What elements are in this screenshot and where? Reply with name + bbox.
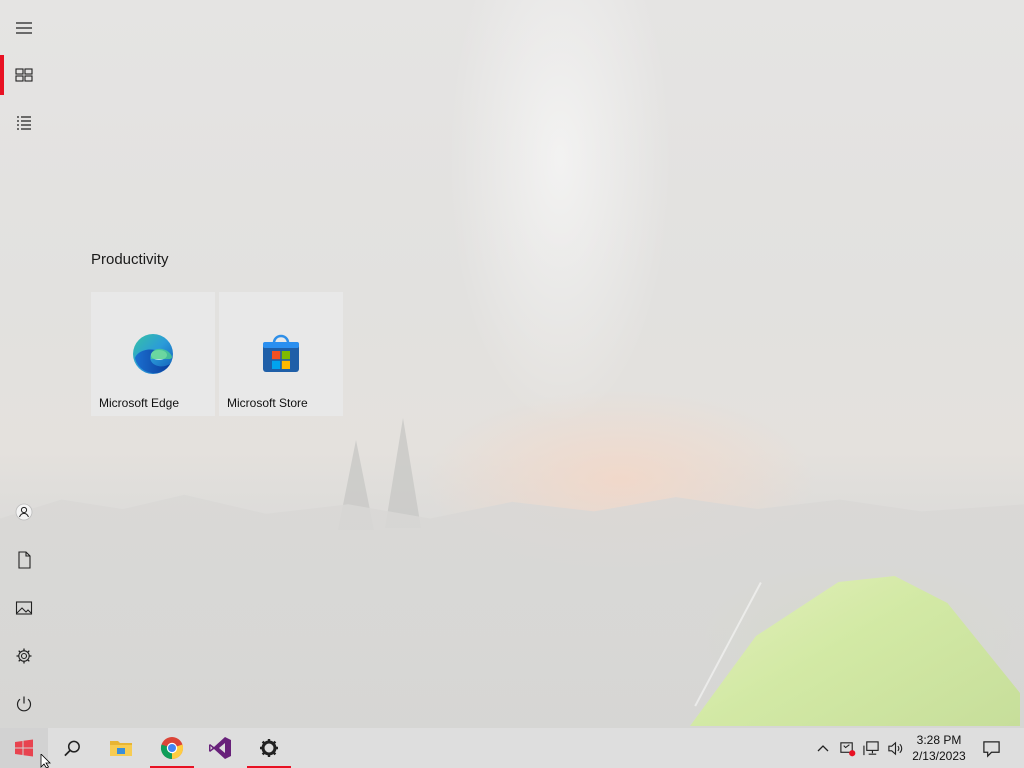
pictures-icon <box>15 601 33 615</box>
search-icon <box>63 740 80 756</box>
hamburger-icon <box>16 22 32 34</box>
windows-logo-icon <box>15 739 33 757</box>
power-button[interactable] <box>0 680 48 728</box>
tile-label: Microsoft Edge <box>99 396 180 410</box>
folder-icon <box>110 741 132 756</box>
volume-icon <box>887 741 902 755</box>
settings-button[interactable] <box>0 632 48 680</box>
search-button[interactable] <box>48 728 96 768</box>
visual-studio-button[interactable] <box>196 728 244 768</box>
gear-icon <box>16 648 32 664</box>
mouse-cursor-icon <box>40 754 51 768</box>
start-menu-rail <box>0 0 48 728</box>
microsoft-store-tile[interactable]: Microsoft Store <box>219 292 343 416</box>
defender-tray-button[interactable] <box>836 728 858 768</box>
microsoft-edge-tile[interactable]: Microsoft Edge <box>91 292 215 416</box>
tile-label: Microsoft Store <box>227 396 308 410</box>
account-button[interactable] <box>0 488 48 536</box>
network-icon <box>862 740 879 755</box>
chrome-icon <box>160 737 184 760</box>
settings-taskbar-button[interactable] <box>245 728 293 768</box>
chrome-button[interactable] <box>148 728 196 768</box>
network-tray-button[interactable] <box>860 728 882 768</box>
taskbar: 3:28 PM 2/13/2023 <box>0 728 1024 768</box>
pinned-tiles-button[interactable] <box>0 51 48 99</box>
desktop: Productivity Microsoft Edge Microsoft St… <box>0 0 1024 768</box>
defender-icon <box>839 741 855 756</box>
power-icon <box>16 696 32 712</box>
chevron-up-icon <box>817 745 829 752</box>
visual-studio-icon <box>209 737 231 759</box>
expand-menu-button[interactable] <box>0 4 48 52</box>
gear-icon <box>260 739 278 757</box>
all-apps-button[interactable] <box>0 99 48 147</box>
list-icon <box>17 116 31 130</box>
clock-date: 2/13/2023 <box>912 749 966 763</box>
documents-button[interactable] <box>0 536 48 584</box>
action-center-button[interactable] <box>976 728 1006 768</box>
pictures-button[interactable] <box>0 584 48 632</box>
wallpaper-tree <box>385 418 421 528</box>
tiles-icon <box>15 68 33 82</box>
file-explorer-button[interactable] <box>97 728 145 768</box>
show-hidden-icons-button[interactable] <box>812 728 834 768</box>
store-icon <box>263 334 299 372</box>
action-center-icon <box>982 740 1000 758</box>
tile-group-title[interactable]: Productivity <box>91 251 169 268</box>
edge-icon <box>133 334 173 374</box>
clock-time: 3:28 PM <box>916 733 962 747</box>
volume-tray-button[interactable] <box>884 728 906 768</box>
document-icon <box>18 551 31 569</box>
taskbar-clock[interactable]: 3:28 PM 2/13/2023 <box>906 732 972 764</box>
user-icon <box>15 503 33 521</box>
